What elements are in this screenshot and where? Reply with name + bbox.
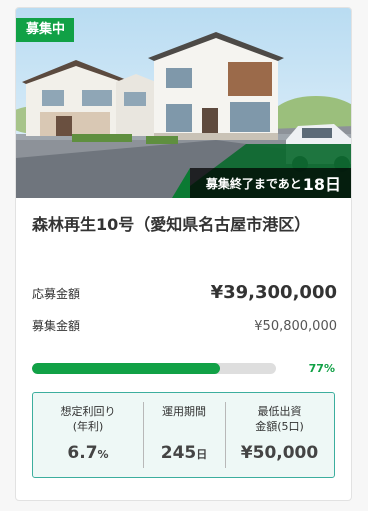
term-min-investment-number: ¥50,000 bbox=[240, 443, 319, 463]
term-period-number: 245 bbox=[160, 443, 197, 463]
term-min-investment: 最低出資 金額(5口) ¥50,000 bbox=[225, 393, 334, 477]
funding-progress-bar bbox=[32, 363, 276, 374]
term-yield-label-line1: 想定利回り bbox=[60, 405, 116, 418]
investment-terms: 想定利回り (年利) 6.7% 運用期間 245日 最低出資 金額(5口) ¥5… bbox=[32, 392, 335, 478]
term-period-label: 運用期間 bbox=[143, 404, 225, 419]
term-yield-label: 想定利回り (年利) bbox=[33, 404, 143, 434]
countdown-banner: 募集終了まであと 18日 bbox=[171, 168, 351, 198]
term-period-unit: 日 bbox=[196, 448, 208, 461]
term-yield-unit: % bbox=[97, 448, 109, 461]
term-yield: 想定利回り (年利) 6.7% bbox=[33, 393, 143, 477]
apply-amount-label: 応募金額 bbox=[32, 287, 81, 301]
term-period-value: 245日 bbox=[143, 443, 225, 463]
funding-progress-percent: 77% bbox=[308, 362, 335, 375]
raise-amount-value: ¥50,800,000 bbox=[254, 319, 337, 334]
status-label: 募集中 bbox=[26, 22, 66, 37]
term-period: 運用期間 245日 bbox=[143, 393, 225, 477]
term-min-investment-label-line1: 最低出資 bbox=[257, 405, 302, 418]
apply-amount-value: ¥39,300,000 bbox=[210, 282, 337, 303]
countdown-days: 18日 bbox=[302, 175, 341, 194]
project-title[interactable]: 森林再生10号（愛知県名古屋市港区） bbox=[32, 213, 322, 237]
term-yield-number: 6.7 bbox=[67, 443, 98, 463]
apply-amount-row: 応募金額 ¥39,300,000 bbox=[32, 282, 337, 303]
term-min-investment-value: ¥50,000 bbox=[225, 443, 334, 463]
term-yield-value: 6.7% bbox=[33, 443, 143, 463]
term-period-label-line1: 運用期間 bbox=[162, 405, 206, 418]
term-min-investment-label: 最低出資 金額(5口) bbox=[225, 404, 334, 434]
funding-progress-fill bbox=[32, 363, 220, 374]
term-yield-label-line2: (年利) bbox=[72, 420, 104, 433]
status-badge: 募集中 bbox=[16, 18, 75, 42]
term-min-investment-label-line2: 金額(5口) bbox=[255, 420, 304, 433]
countdown-prefix: 募集終了まであと bbox=[205, 176, 302, 191]
raise-amount-row: 募集金額 ¥50,800,000 bbox=[32, 317, 337, 334]
project-card[interactable]: 募集中 募集終了まであと 18日 森林再生10号（愛知県名古屋市港区） 応募金額 … bbox=[15, 7, 352, 501]
raise-amount-label: 募集金額 bbox=[32, 319, 81, 333]
